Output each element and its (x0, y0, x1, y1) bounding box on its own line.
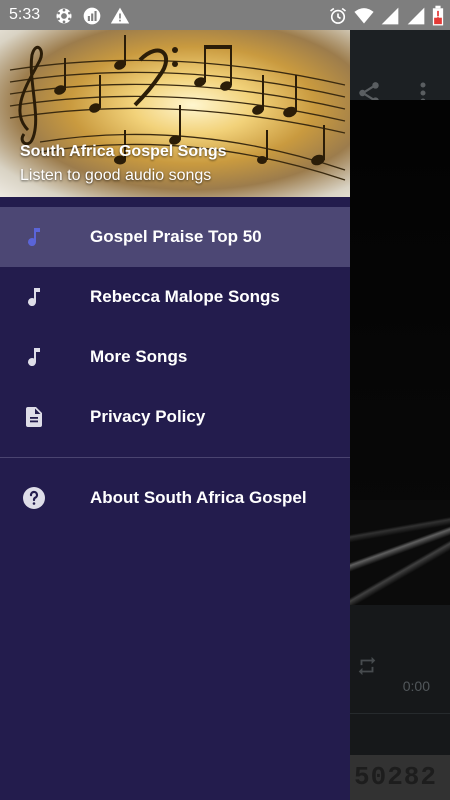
drawer-header: South Africa Gospel Songs Listen to good… (0, 30, 350, 197)
status-right-icons (328, 5, 444, 27)
menu-item-label: About South Africa Gospel (90, 488, 307, 507)
menu-item-label: More Songs (90, 347, 188, 366)
help-icon (23, 487, 45, 509)
document-icon (26, 407, 42, 427)
music-note-icon (28, 228, 40, 247)
menu-item-rebecca-malope-songs[interactable]: Rebecca Malope Songs (0, 267, 350, 327)
menu-item-label: Rebecca Malope Songs (90, 287, 280, 306)
navigation-drawer: South Africa Gospel Songs Listen to good… (0, 30, 350, 800)
menu-item-label: Gospel Praise Top 50 (90, 227, 262, 246)
signal-icon (407, 7, 425, 25)
data-usage-icon (83, 7, 101, 25)
status-time: 5:33 (9, 6, 41, 23)
settings-icon (56, 8, 72, 24)
drawer-subtitle: Listen to good audio songs (20, 167, 212, 184)
music-note-icon (28, 288, 40, 307)
drawer-title: South Africa Gospel Songs (20, 143, 227, 160)
alarm-icon (330, 7, 346, 24)
status-left-icons (54, 6, 130, 26)
drawer-scrim[interactable] (350, 30, 450, 800)
drawer-menu: Gospel Praise Top 50 Rebecca Malope Song… (0, 207, 350, 528)
menu-divider (0, 457, 350, 458)
status-bar: 5:33 (0, 0, 450, 30)
menu-item-about[interactable]: About South Africa Gospel (0, 468, 350, 528)
warning-icon (110, 7, 130, 24)
menu-item-label: Privacy Policy (90, 407, 206, 426)
menu-item-more-songs[interactable]: More Songs (0, 327, 350, 387)
wifi-icon (354, 8, 374, 24)
menu-item-privacy-policy[interactable]: Privacy Policy (0, 387, 350, 447)
battery-low-icon (432, 5, 444, 26)
music-note-icon (28, 348, 40, 367)
menu-item-gospel-praise-top-50[interactable]: Gospel Praise Top 50 (0, 207, 350, 267)
signal-icon (381, 7, 399, 25)
